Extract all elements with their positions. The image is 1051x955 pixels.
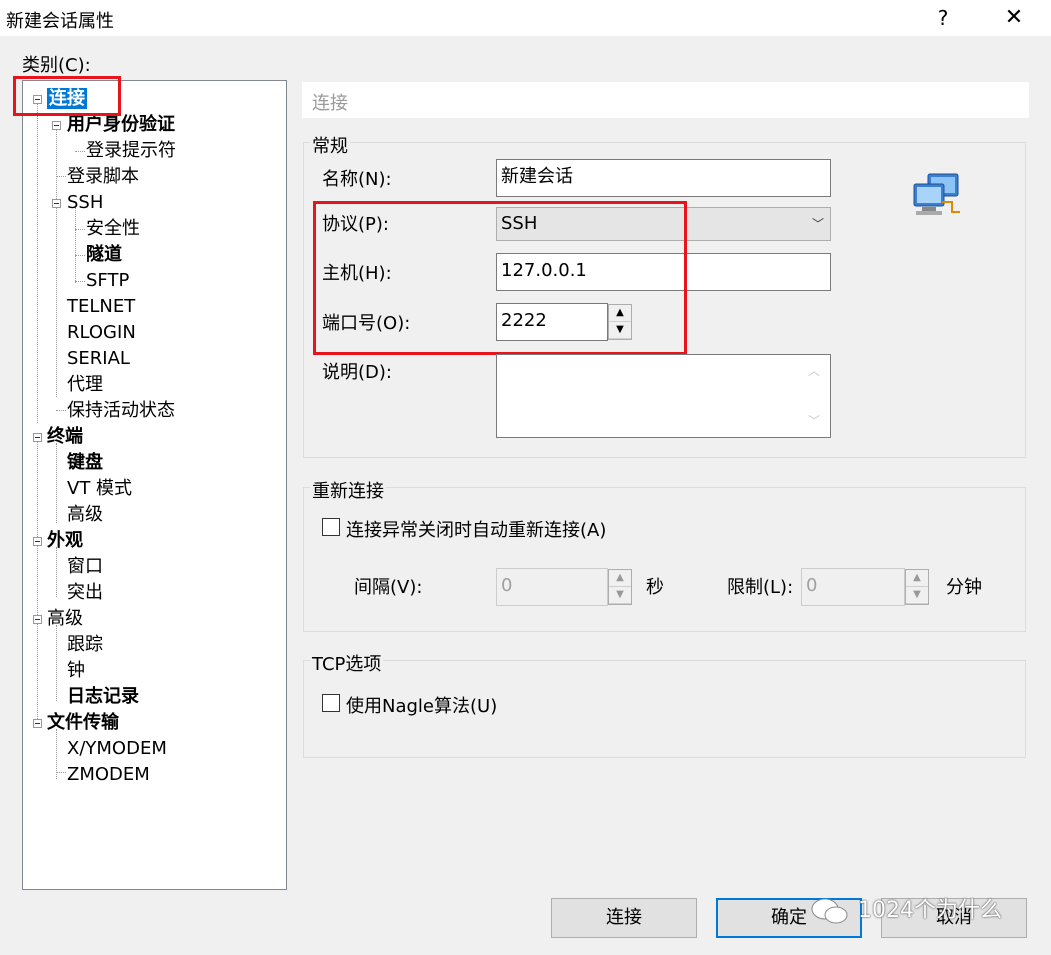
tree-item-bell[interactable]: 钟 xyxy=(67,659,85,683)
port-input[interactable]: 2222 xyxy=(496,303,608,341)
tree-item-vt-mode[interactable]: VT 模式 xyxy=(67,477,132,501)
tree-item-security[interactable]: 安全性 xyxy=(86,217,140,241)
auto-reconnect-label: 连接异常关闭时自动重新连接(A) xyxy=(346,520,607,541)
name-input[interactable]: 新建会话 xyxy=(496,159,831,197)
scroll-down-icon: ﹀ xyxy=(808,414,821,428)
description-label: 说明(D): xyxy=(322,362,392,383)
protocol-value: SSH xyxy=(501,213,538,234)
tree-item-window[interactable]: 窗口 xyxy=(67,555,103,579)
tcp-group-title: TCP选项 xyxy=(310,650,384,676)
tree-item-login-script[interactable]: 登录脚本 xyxy=(67,165,139,189)
tree-item-sftp[interactable]: SFTP xyxy=(86,269,129,293)
wechat-icon xyxy=(810,896,850,926)
tree-item-advanced[interactable]: 高级 xyxy=(47,607,83,631)
port-label: 端口号(O): xyxy=(322,313,411,334)
scroll-up-icon: ︿ xyxy=(808,364,821,378)
spin-down-icon[interactable]: ▼ xyxy=(609,322,631,339)
limit-unit: 分钟 xyxy=(946,577,982,598)
section-header: 连接 xyxy=(302,82,1029,118)
description-textarea[interactable] xyxy=(496,354,831,438)
expander-icon[interactable] xyxy=(52,121,61,130)
spin-down-icon[interactable]: ▼ xyxy=(906,587,928,604)
protocol-select[interactable]: SSH ﹀ xyxy=(496,207,831,241)
tree-item-proxy[interactable]: 代理 xyxy=(67,373,103,397)
interval-label: 间隔(V): xyxy=(354,577,423,598)
tree-item-login-prompt[interactable]: 登录提示符 xyxy=(86,139,176,163)
tree-item-auth[interactable]: 用户身份验证 xyxy=(67,113,175,137)
tree-item-terminal[interactable]: 终端 xyxy=(47,425,83,449)
tree-item-highlight[interactable]: 突出 xyxy=(67,581,103,605)
spin-down-icon[interactable]: ▼ xyxy=(609,587,631,604)
limit-spinner[interactable]: ▲ ▼ xyxy=(905,569,929,605)
close-button[interactable]: ✕ xyxy=(996,2,1032,34)
general-group-title: 常规 xyxy=(310,132,350,158)
nagle-checkbox[interactable] xyxy=(322,694,340,712)
category-label: 类别(C): xyxy=(22,55,91,76)
tree-item-serial[interactable]: SERIAL xyxy=(67,347,130,371)
tree-item-logging[interactable]: 日志记录 xyxy=(67,685,139,709)
connect-button[interactable]: 连接 xyxy=(551,898,697,938)
reconnect-group-title: 重新连接 xyxy=(310,477,386,503)
spin-up-icon[interactable]: ▲ xyxy=(906,570,928,587)
tree-item-keepalive[interactable]: 保持活动状态 xyxy=(67,399,175,423)
expander-icon[interactable] xyxy=(33,95,42,104)
expander-icon[interactable] xyxy=(33,537,42,546)
category-tree[interactable]: 连接 用户身份验证 登录提示符 登录脚本 SSH 安全性 隧道 SFTP TEL… xyxy=(22,80,287,890)
port-spinner[interactable]: ▲ ▼ xyxy=(608,304,632,340)
expander-icon[interactable] xyxy=(52,199,61,208)
tree-item-file-transfer[interactable]: 文件传输 xyxy=(47,711,119,735)
spin-up-icon[interactable]: ▲ xyxy=(609,305,631,322)
host-label: 主机(H): xyxy=(322,263,392,284)
title-bar xyxy=(0,0,1051,36)
network-computer-icon xyxy=(912,172,964,220)
tree-item-telnet[interactable]: TELNET xyxy=(67,295,135,319)
nagle-label: 使用Nagle算法(U) xyxy=(346,696,498,717)
tree-item-xymodem[interactable]: X/YMODEM xyxy=(67,737,167,761)
help-button[interactable]: ? xyxy=(928,2,958,34)
tree-item-trace[interactable]: 跟踪 xyxy=(67,633,103,657)
section-title: 连接 xyxy=(312,93,348,114)
tree-item-keyboard[interactable]: 键盘 xyxy=(67,451,103,475)
name-label: 名称(N): xyxy=(322,169,392,190)
reconnect-group xyxy=(303,487,1026,632)
protocol-label: 协议(P): xyxy=(322,214,389,235)
limit-label: 限制(L): xyxy=(727,577,794,598)
tree-item-terminal-advanced[interactable]: 高级 xyxy=(67,503,103,527)
interval-unit: 秒 xyxy=(646,577,664,598)
tree-item-rlogin[interactable]: RLOGIN xyxy=(67,321,136,345)
tree-item-zmodem[interactable]: ZMODEM xyxy=(67,763,150,787)
host-input[interactable]: 127.0.0.1 xyxy=(496,253,831,291)
interval-input[interactable]: 0 xyxy=(496,568,608,606)
watermark-text: 1024个为什么 xyxy=(858,898,1002,923)
expander-icon[interactable] xyxy=(33,433,42,442)
tree-item-tunnel[interactable]: 隧道 xyxy=(86,243,122,267)
chevron-down-icon: ﹀ xyxy=(811,217,824,231)
expander-icon[interactable] xyxy=(33,615,42,624)
expander-icon[interactable] xyxy=(33,719,42,728)
auto-reconnect-checkbox[interactable] xyxy=(322,518,340,536)
limit-input[interactable]: 0 xyxy=(801,568,905,606)
spin-up-icon[interactable]: ▲ xyxy=(609,570,631,587)
tree-item-connection[interactable]: 连接 xyxy=(47,87,87,111)
tree-item-appearance[interactable]: 外观 xyxy=(47,529,83,553)
window-title: 新建会话属性 xyxy=(6,11,114,32)
tree-item-ssh[interactable]: SSH xyxy=(67,191,103,215)
interval-spinner[interactable]: ▲ ▼ xyxy=(608,569,632,605)
